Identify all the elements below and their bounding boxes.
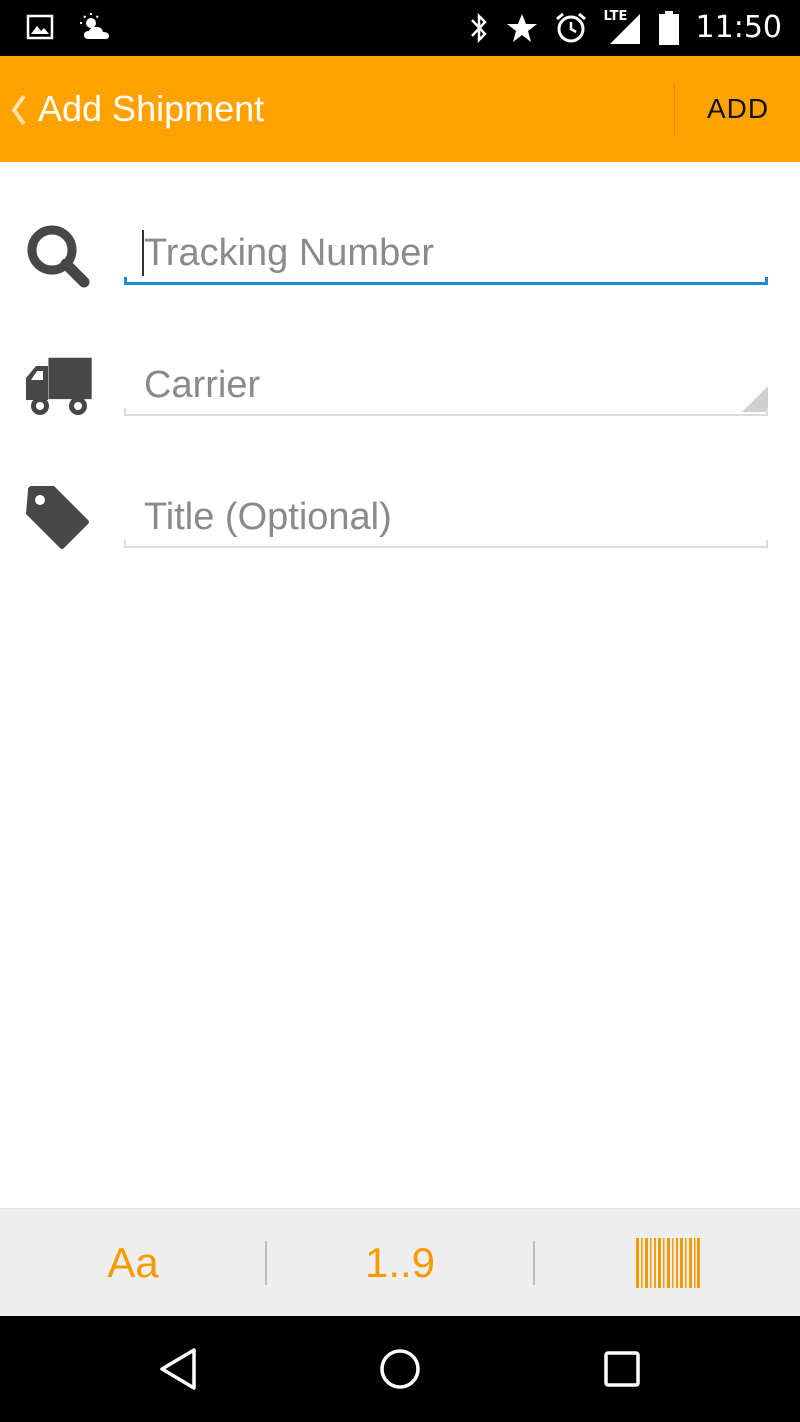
recents-icon[interactable] — [597, 1344, 647, 1394]
app-bar: Add Shipment ADD — [0, 56, 800, 162]
page-title: Add Shipment — [38, 88, 265, 129]
image-notification-icon — [26, 14, 54, 40]
lte-signal-icon: LTE — [604, 10, 642, 46]
tracking-number-placeholder: Tracking Number — [144, 232, 435, 274]
input-mode-bar: Aa 1..9 — [0, 1208, 800, 1317]
text-mode-button[interactable]: Aa — [0, 1209, 266, 1317]
carrier-row: Carrier — [0, 330, 800, 440]
battery-icon — [658, 11, 679, 45]
bluetooth-icon — [470, 12, 487, 44]
tracking-number-input[interactable]: Tracking Number — [124, 222, 768, 285]
title-row: Title (Optional) — [0, 460, 800, 570]
status-bar: LTE 11:50 — [0, 0, 800, 56]
numeric-mode-button[interactable]: 1..9 — [267, 1209, 533, 1317]
tracking-number-row: Tracking Number — [0, 196, 800, 306]
truck-icon — [26, 357, 92, 415]
back-navigation[interactable]: Add Shipment — [0, 56, 300, 162]
title-input[interactable]: Title (Optional) — [124, 486, 768, 548]
add-button[interactable]: ADD — [676, 56, 800, 162]
chevron-left-icon — [11, 94, 26, 126]
title-placeholder: Title (Optional) — [144, 496, 392, 538]
system-nav-bar — [0, 1316, 800, 1422]
alarm-icon — [555, 12, 586, 43]
action-divider — [674, 82, 675, 136]
barcode-scan-button[interactable] — [535, 1209, 800, 1317]
home-icon[interactable] — [375, 1344, 425, 1394]
dropdown-arrow-icon — [742, 386, 768, 412]
barcode-icon — [636, 1238, 700, 1288]
carrier-placeholder: Carrier — [144, 364, 261, 406]
search-icon — [27, 225, 90, 288]
carrier-spinner[interactable]: Carrier — [124, 354, 768, 416]
back-icon[interactable] — [154, 1344, 204, 1394]
star-icon — [506, 14, 537, 42]
tag-icon — [26, 486, 89, 549]
weather-icon — [80, 13, 109, 39]
status-time: 11:50 — [695, 10, 782, 45]
